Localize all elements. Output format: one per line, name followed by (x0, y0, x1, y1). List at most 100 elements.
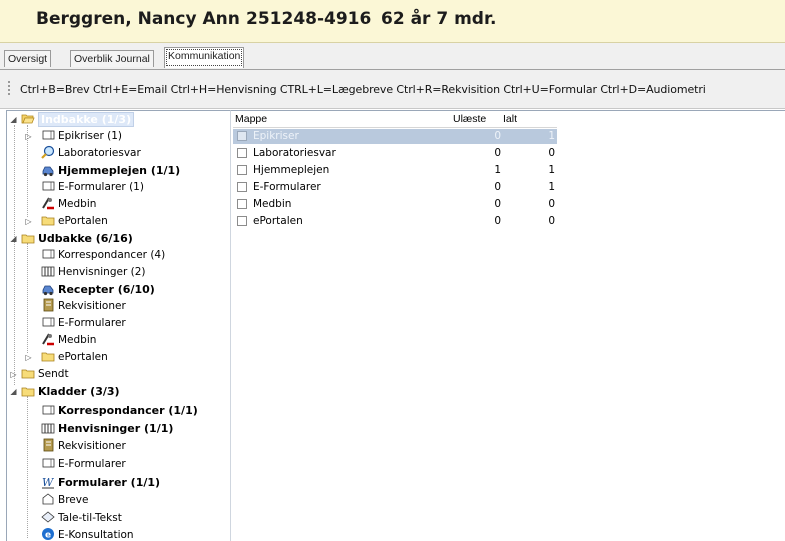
tree-line (14, 125, 15, 385)
row-checkbox[interactable] (237, 148, 247, 158)
collapsed-arrow-icon[interactable]: ▷ (24, 213, 33, 230)
cell-total: 0 (548, 215, 555, 227)
grid-row-e-formularer[interactable]: E-Formularer 0 1 (233, 180, 557, 195)
folder-icon (21, 234, 35, 244)
collapsed-arrow-icon[interactable]: ▷ (9, 366, 18, 383)
patient-age: 62 år 7 mdr. (381, 9, 497, 29)
cell-folder-name: Hjemmeplejen (253, 164, 330, 176)
tree-label-e-formularer: E-Formularer (58, 317, 126, 329)
grid-header: Mappe Ulæste Ialt (233, 112, 557, 128)
expanded-arrow-icon[interactable]: ◢ (9, 383, 18, 400)
shortcut-toolbar: Ctrl+B=Brev Ctrl+E=Email Ctrl+H=Henvisni… (0, 70, 785, 109)
svg-text:e: e (45, 531, 51, 541)
cell-folder-name: Medbin (253, 198, 292, 210)
patient-name: Berggren, Nancy Ann (36, 9, 240, 29)
cell-unread: 0 (494, 181, 501, 193)
cell-total: 1 (548, 130, 555, 142)
speech-icon (41, 511, 55, 523)
tree-label-udbakke: Udbakke (6/16) (38, 232, 133, 245)
row-checkbox[interactable] (237, 165, 247, 175)
cell-unread: 1 (494, 164, 501, 176)
document-icon (42, 458, 55, 468)
cell-total: 1 (548, 164, 555, 176)
form-icon: W (42, 476, 55, 489)
expanded-arrow-icon[interactable]: ◢ (9, 111, 18, 128)
cell-unread: 0 (494, 215, 501, 227)
requisition-icon (43, 298, 54, 312)
grid-row-laboratoriesvar[interactable]: Laboratoriesvar 0 0 (233, 146, 557, 161)
folder-tree[interactable]: ◢ Indbakke (1/3) ▷ Epikriser (1) Laborat… (6, 110, 231, 541)
cell-total: 0 (548, 198, 555, 210)
document-icon (42, 405, 55, 415)
folder-grid[interactable]: Mappe Ulæste Ialt Epikriser 0 1 Laborato… (230, 110, 785, 541)
column-header-unread[interactable]: Ulæste (453, 113, 486, 125)
document-icon (42, 317, 55, 327)
lab-search-icon (41, 145, 55, 159)
folder-icon (21, 387, 35, 397)
tree-label-formularer: Formularer (1/1) (58, 476, 161, 489)
tree-label-eportalen: ePortalen (58, 215, 108, 227)
cell-total: 1 (548, 181, 555, 193)
tree-line (27, 396, 28, 538)
grid-row-eportalen[interactable]: ePortalen 0 0 (233, 214, 557, 229)
grid-row-epikriser[interactable]: Epikriser 0 1 (233, 129, 557, 144)
tree-line (27, 243, 28, 353)
tree-label-henvisninger: Henvisninger (1/1) (58, 422, 174, 435)
requisition-icon (43, 438, 54, 452)
tree-label-sendt: Sendt (38, 368, 69, 380)
tab-oversigt[interactable]: Oversigt (4, 50, 52, 67)
cell-unread: 0 (494, 147, 501, 159)
cell-folder-name: Epikriser (253, 130, 299, 142)
tree-label-henvisninger: Henvisninger (2) (58, 266, 146, 278)
grid-row-hjemmeplejen[interactable]: Hjemmeplejen 1 1 (233, 163, 557, 178)
referral-icon (41, 266, 55, 277)
cell-folder-name: ePortalen (253, 215, 303, 227)
column-header-folder[interactable]: Mappe (235, 113, 267, 125)
tree-label-hjemmeplejen: Hjemmeplejen (1/1) (58, 164, 181, 177)
row-checkbox[interactable] (237, 199, 247, 209)
cell-total: 0 (548, 147, 555, 159)
folder-icon (41, 216, 55, 226)
folder-icon (21, 369, 35, 379)
tab-kommunikation[interactable]: Kommunikation (164, 47, 245, 68)
toolbar-grip[interactable] (8, 81, 13, 95)
tree-label-e-formularer: E-Formularer (1) (58, 181, 144, 193)
tree-label-indbakke: Indbakke (1/3) (38, 112, 135, 127)
open-folder-icon (21, 114, 35, 124)
document-icon (42, 249, 55, 259)
tree-label-korrespondancer: Korrespondancer (1/1) (58, 404, 198, 417)
tree-label-rekvisitioner: Rekvisitioner (58, 440, 126, 452)
patient-cpr: 251248-4916 (246, 9, 372, 29)
cell-unread: 0 (494, 198, 501, 210)
medbin-icon (42, 197, 54, 210)
grid-row-medbin[interactable]: Medbin 0 0 (233, 197, 557, 212)
document-icon (42, 181, 55, 191)
row-checkbox[interactable] (237, 182, 247, 192)
tab-bar: Oversigt Overblik Journal Kommunikation (0, 43, 785, 70)
row-checkbox[interactable] (237, 131, 247, 141)
tree-label-tale-til-tekst: Tale-til-Tekst (58, 512, 122, 524)
tree-label-epikriser: Epikriser (1) (58, 130, 122, 142)
tree-label-eportalen: ePortalen (58, 351, 108, 363)
column-header-total[interactable]: Ialt (503, 113, 517, 125)
collapsed-arrow-icon[interactable]: ▷ (24, 128, 33, 145)
row-checkbox[interactable] (237, 216, 247, 226)
cell-folder-name: E-Formularer (253, 181, 321, 193)
folder-icon (41, 352, 55, 362)
letter-icon (42, 493, 54, 505)
tab-overblik-journal[interactable]: Overblik Journal (70, 50, 154, 67)
cell-unread: 0 (494, 130, 501, 142)
tree-label-rekvisitioner: Rekvisitioner (58, 300, 126, 312)
referral-icon (41, 423, 55, 434)
expanded-arrow-icon[interactable]: ◢ (9, 230, 18, 247)
medbin-icon (42, 333, 54, 346)
car-icon (42, 166, 54, 177)
car-icon (42, 285, 54, 296)
collapsed-arrow-icon[interactable]: ▷ (24, 349, 33, 366)
tree-label-medbin: Medbin (58, 334, 97, 346)
tree-label-laboratoriesvar: Laboratoriesvar (58, 147, 141, 159)
tree-label-recepter: Recepter (6/10) (58, 283, 155, 296)
e-consultation-icon: e (42, 528, 54, 541)
tree-label-medbin: Medbin (58, 198, 97, 210)
cell-folder-name: Laboratoriesvar (253, 147, 336, 159)
